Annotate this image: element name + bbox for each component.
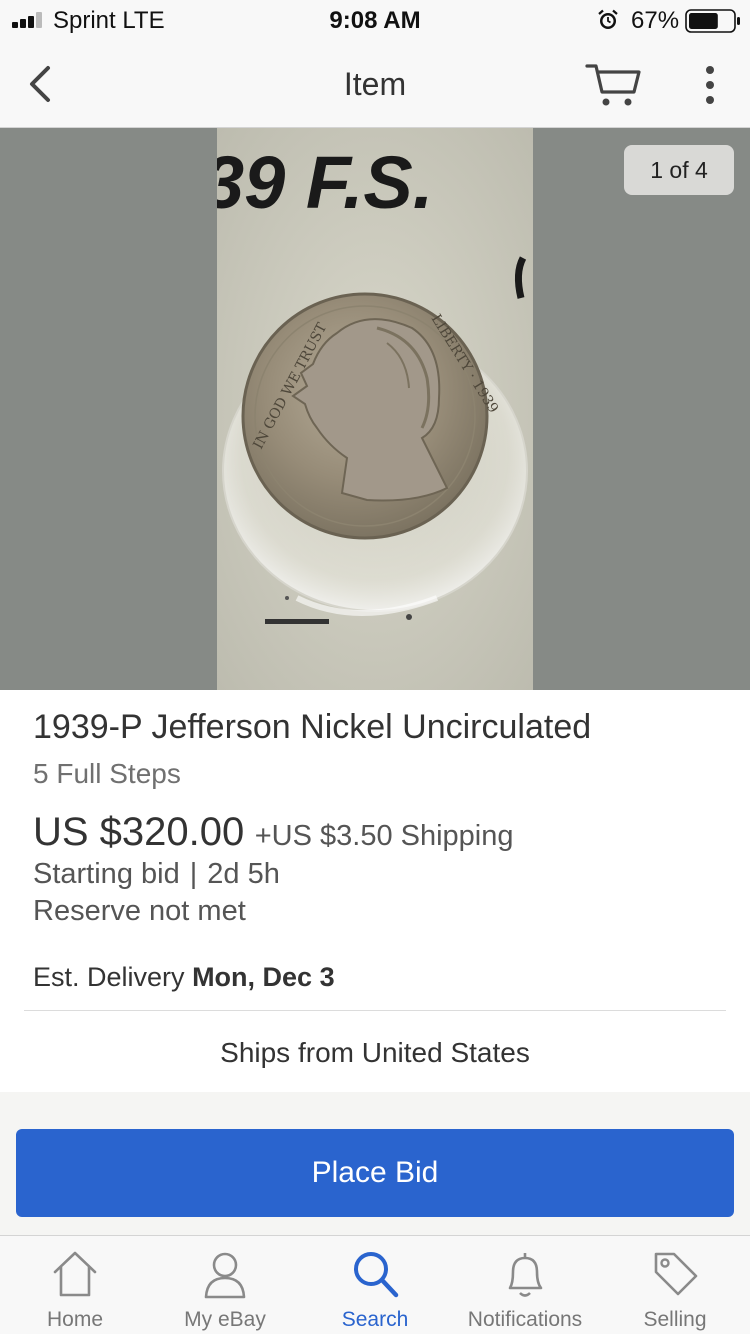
bid-separator: | [189,858,198,890]
handwritten-label: 39 F.S. [217,141,433,224]
tab-home[interactable]: Home [0,1236,150,1334]
alarm-icon [598,9,618,29]
divider [24,1010,726,1011]
bell-icon [508,1253,543,1297]
tab-bar: Home My eBay Search Notifications Sellin… [0,1235,750,1334]
tab-label: Notifications [467,1308,583,1331]
battery-icon [685,9,740,33]
bid-info: Starting bid | 2d 5h [33,858,280,891]
tag-icon [654,1252,698,1296]
item-price: US $320.00 [33,810,245,854]
more-vertical-icon[interactable] [692,62,728,108]
cart-icon[interactable] [584,60,644,110]
tab-selling[interactable]: Selling [600,1236,750,1334]
shipping-cost: +US $3.50 Shipping [254,820,514,852]
time-left: 2d 5h [207,858,280,890]
status-bar: Sprint LTE 9:08 AM 67% [0,0,750,40]
price-row: US $320.00 +US $3.50 Shipping [33,810,514,855]
item-subtitle: 5 Full Steps [33,758,181,789]
home-icon [53,1251,97,1297]
ships-from: Ships from United States [220,1037,530,1068]
tab-label: Home [46,1308,104,1331]
action-area: Place Bid [0,1092,750,1235]
reserve-status: Reserve not met [33,895,246,927]
bid-type: Starting bid [33,858,180,890]
item-title: 1939-P Jefferson Nickel Uncirculated [33,708,592,746]
item-details: 1939-P Jefferson Nickel Uncirculated 5 F… [0,690,750,1092]
tab-label: Selling [643,1308,707,1331]
image-counter-badge: 1 of 4 [624,145,734,195]
tab-label: My eBay [184,1308,266,1331]
coin-photo: 39 F.S. IN GOD WE TRUST LIBERTY · 1939 [217,128,533,690]
place-bid-button[interactable]: Place Bid [16,1129,734,1217]
user-icon [204,1252,246,1299]
estimated-delivery: Est. Delivery Mon, Dec 3 [33,962,335,993]
tab-notifications[interactable]: Notifications [450,1236,600,1334]
delivery-date: Mon, Dec 3 [192,962,335,992]
tab-my-ebay[interactable]: My eBay [150,1236,300,1334]
tab-search[interactable]: Search [300,1236,450,1334]
battery-percent: 67% [631,7,680,34]
item-image-carousel[interactable]: 39 F.S. IN GOD WE TRUST LIBERTY · 1939 1… [0,128,750,690]
delivery-label: Est. Delivery [33,962,185,992]
navigation-bar: Item [0,40,750,128]
search-icon [354,1252,399,1298]
tab-label: Search [341,1308,409,1331]
